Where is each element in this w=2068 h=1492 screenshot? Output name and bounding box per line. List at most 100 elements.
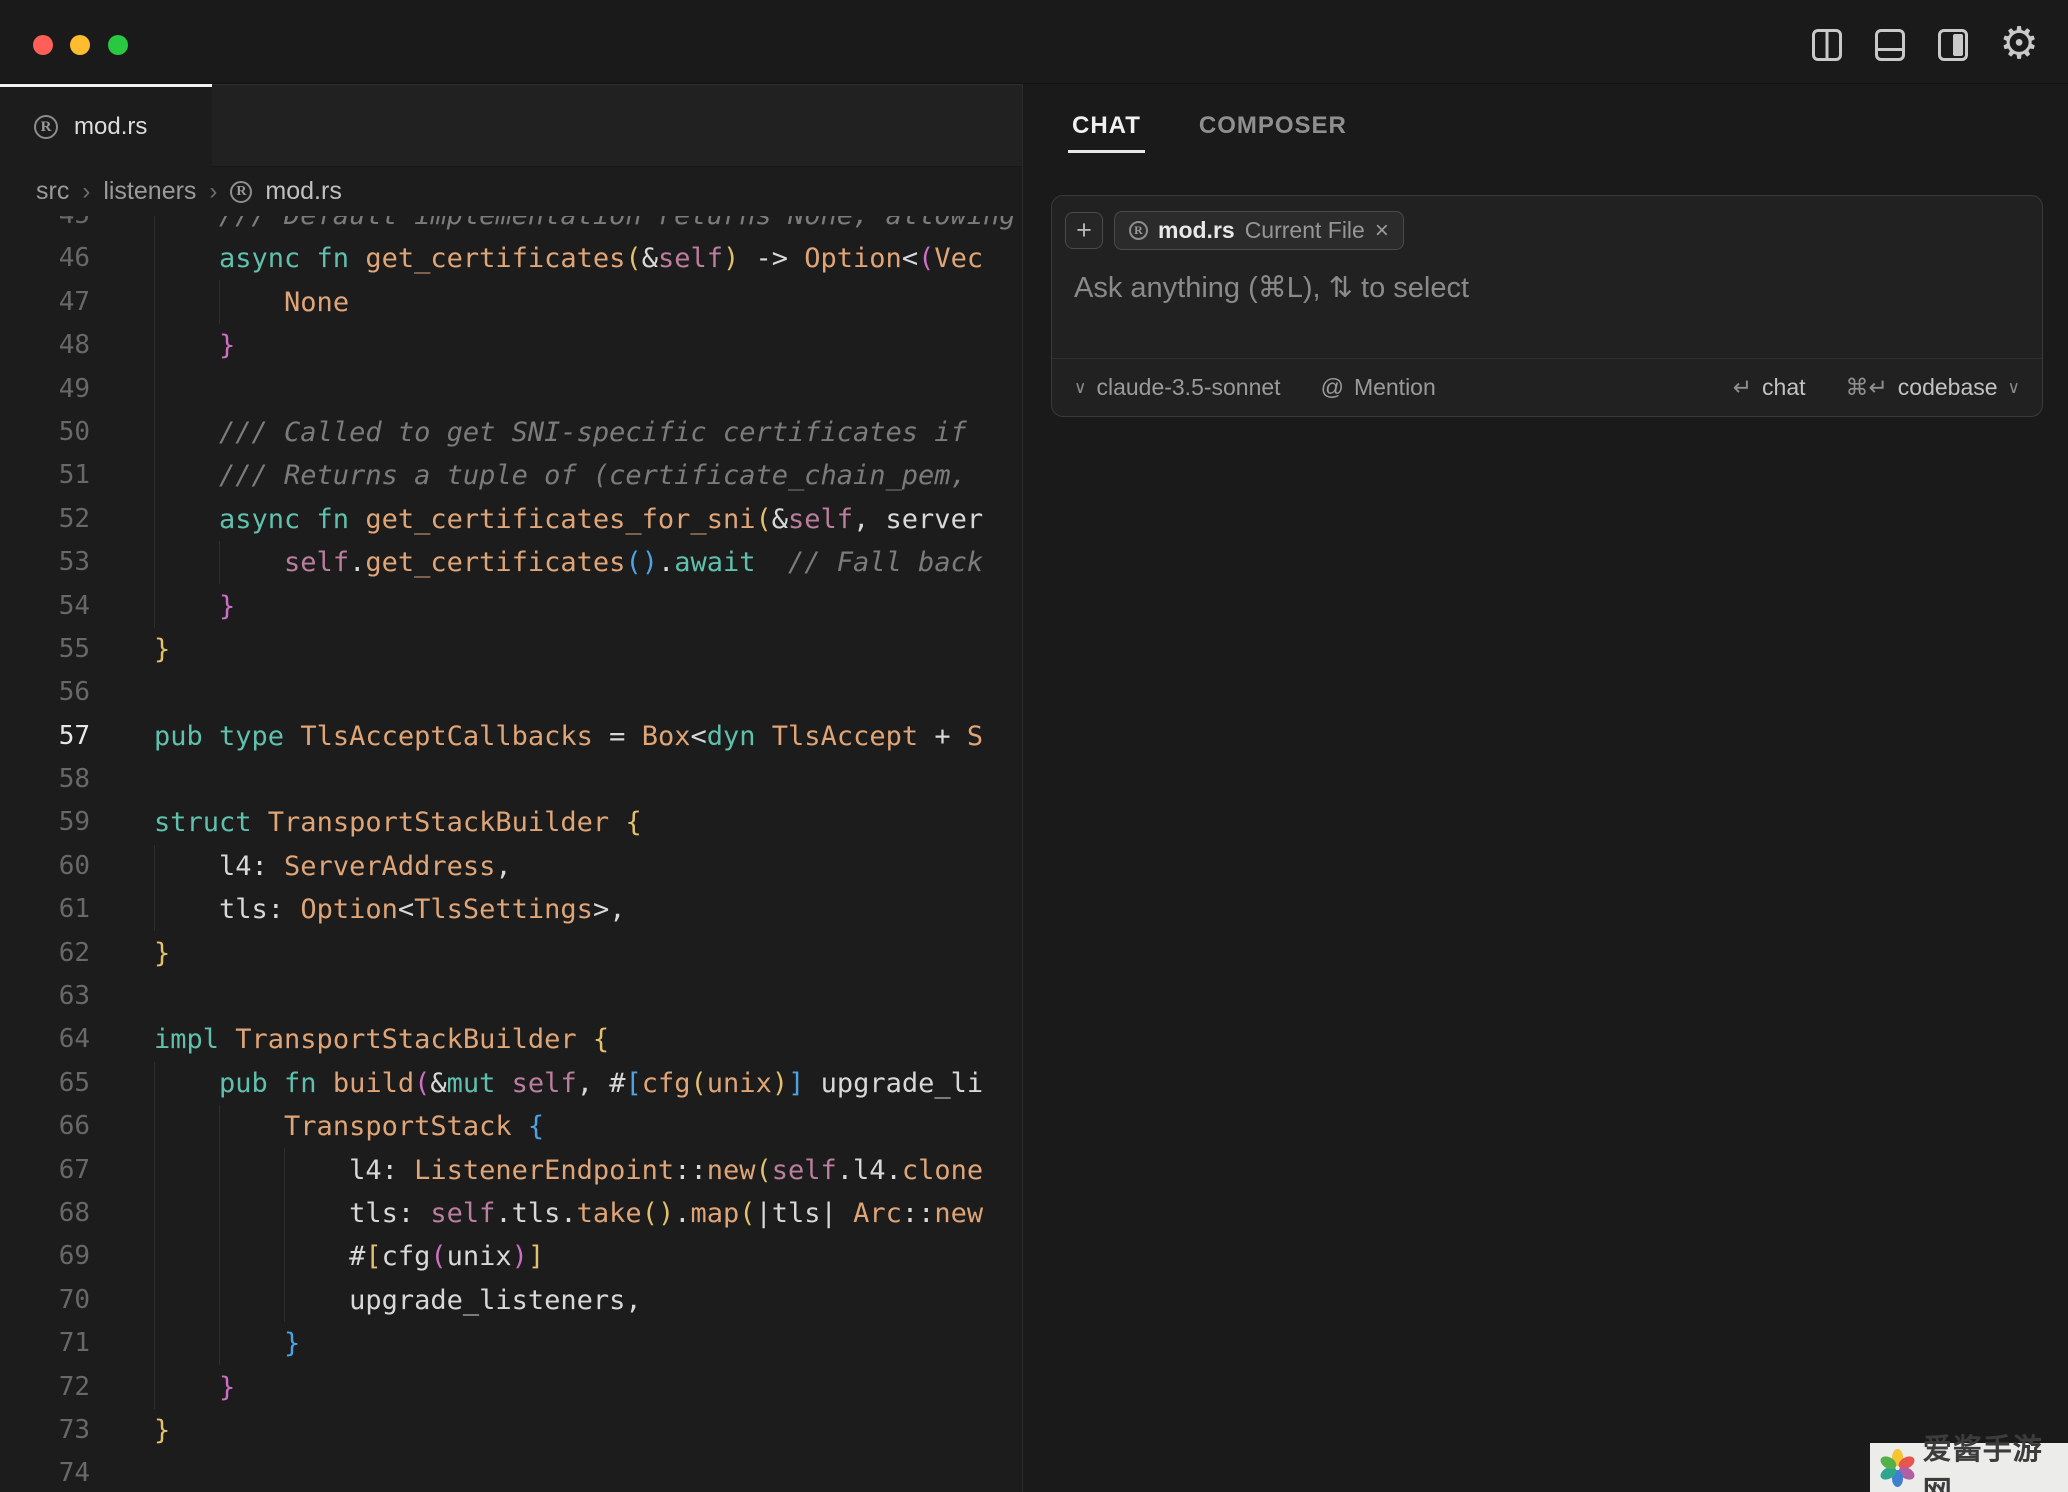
chip-file-name: mod.rs — [1158, 217, 1235, 244]
tab-label: mod.rs — [74, 113, 147, 141]
breadcrumb-separator-icon: › — [209, 178, 217, 206]
code-line: 62} — [0, 932, 1022, 975]
tab-mod-rs[interactable]: R mod.rs — [0, 84, 212, 167]
line-number: 64 — [0, 1018, 90, 1061]
line-number: 46 — [0, 237, 90, 280]
code-editor-viewport[interactable]: 45 /// Default implementation returns No… — [0, 216, 1022, 1492]
code-line: 59struct TransportStackBuilder { — [0, 801, 1022, 844]
code-text: /// Default implementation returns None,… — [154, 216, 1016, 237]
line-number: 45 — [0, 216, 90, 237]
rust-file-icon: R — [1129, 221, 1148, 240]
chip-file-status: Current File — [1245, 217, 1365, 244]
line-number: 52 — [0, 498, 90, 541]
watermark-flower-icon — [1876, 1447, 1917, 1489]
tab-chat[interactable]: CHAT — [1072, 84, 1141, 167]
code-text: } — [154, 1366, 235, 1409]
chat-panel: CHAT COMPOSER + R mod.rs Current File × … — [1022, 84, 2068, 1492]
code-text: tls: self.tls.take().map(|tls| Arc::new — [154, 1192, 983, 1235]
watermark-text: 爱酱手游网 — [1923, 1426, 2068, 1492]
line-number: 69 — [0, 1235, 90, 1278]
toggle-bottom-panel-icon[interactable] — [1874, 27, 1906, 63]
line-number: 70 — [0, 1279, 90, 1322]
watermark: 爱酱手游网 — [1870, 1443, 2068, 1492]
line-number: 60 — [0, 845, 90, 888]
code-line: 64 impl TransportStackBuilder { — [0, 1018, 1022, 1061]
breadcrumb: src › listeners › R mod.rs — [0, 167, 1022, 216]
tab-strip-empty-area — [212, 84, 1022, 167]
minimize-window-button[interactable] — [70, 35, 90, 55]
split-editor-icon[interactable] — [1811, 27, 1843, 63]
context-file-chip[interactable]: R mod.rs Current File × — [1114, 211, 1404, 250]
code-text: } — [154, 628, 170, 671]
title-bar: ⚙ — [0, 0, 2068, 84]
line-number: 63 — [0, 975, 90, 1018]
code-text: l4: ListenerEndpoint::new(self.l4.clone — [154, 1149, 983, 1192]
chip-close-icon[interactable]: × — [1375, 217, 1389, 245]
breadcrumb-separator-icon: › — [82, 178, 90, 206]
chevron-down-icon: ∨ — [1074, 378, 1086, 398]
code-text: self.get_certificates().await // Fall ba… — [154, 541, 983, 584]
close-window-button[interactable] — [33, 35, 53, 55]
line-number: 48 — [0, 324, 90, 367]
toggle-secondary-sidebar-icon[interactable] — [1937, 27, 1969, 63]
line-number: 61 — [0, 888, 90, 931]
tab-composer[interactable]: COMPOSER — [1199, 84, 1347, 167]
code-text: #[cfg(unix)] — [154, 1235, 544, 1278]
line-number: 51 — [0, 454, 90, 497]
indent-guide — [219, 1105, 220, 1365]
code-text: /// Called to get SNI-specific certifica… — [154, 411, 967, 454]
code-text: async fn get_certificates(&self) -> Opti… — [154, 237, 983, 280]
indent-guide — [154, 1062, 155, 1409]
chat-input-footer: ∨ claude-3.5-sonnet @ Mention ↵ chat ⌘↵ … — [1052, 358, 2042, 416]
chat-input-card[interactable]: + R mod.rs Current File × Ask anything (… — [1051, 195, 2043, 417]
code-text: /// Returns a tuple of (certificate_chai… — [154, 454, 967, 497]
chat-panel-tabs: CHAT COMPOSER — [1023, 84, 2068, 167]
add-context-button[interactable]: + — [1065, 212, 1103, 249]
code-text: impl TransportStackBuilder { — [154, 1018, 609, 1061]
code-text: } — [154, 585, 235, 628]
submit-chat-button[interactable]: chat — [1762, 374, 1805, 401]
code-text: pub fn build(&mut self, #[cfg(unix)] upg… — [154, 1062, 983, 1105]
code-text: } — [154, 932, 170, 975]
line-number: 72 — [0, 1366, 90, 1409]
code-line: 55} — [0, 628, 1022, 671]
code-text: pub type TlsAcceptCallbacks = Box<dyn Tl… — [154, 715, 983, 758]
breadcrumb-segment-src[interactable]: src — [36, 177, 69, 206]
settings-gear-icon[interactable]: ⚙ — [1996, 18, 2042, 70]
code-text: struct TransportStackBuilder { — [154, 801, 642, 844]
line-number: 71 — [0, 1322, 90, 1365]
indent-guide — [284, 1148, 285, 1322]
breadcrumb-file[interactable]: mod.rs — [265, 177, 341, 206]
line-number: 68 — [0, 1192, 90, 1235]
line-number: 56 — [0, 671, 90, 714]
code-text: async fn get_certificates_for_sni(&self,… — [154, 498, 983, 541]
line-number: 66 — [0, 1105, 90, 1148]
line-number: 67 — [0, 1149, 90, 1192]
mention-button[interactable]: Mention — [1354, 374, 1436, 401]
line-number: 57 — [0, 715, 90, 758]
code-line: 63 — [0, 975, 1022, 1018]
model-selector[interactable]: claude-3.5-sonnet — [1096, 374, 1280, 401]
indent-guide — [154, 216, 155, 628]
return-key-icon: ↵ — [1733, 374, 1752, 401]
editor-tab-strip: R mod.rs — [0, 84, 1022, 167]
code-text: } — [154, 1322, 300, 1365]
at-icon: @ — [1321, 374, 1344, 401]
code-text: TransportStack { — [154, 1105, 544, 1148]
line-number: 74 — [0, 1452, 90, 1492]
code-text: } — [154, 324, 235, 367]
cmd-return-key-icon: ⌘↵ — [1846, 374, 1888, 401]
chevron-down-icon: ∨ — [2008, 378, 2020, 398]
code-line: 56 — [0, 671, 1022, 714]
submit-codebase-button[interactable]: codebase — [1898, 374, 1998, 401]
line-number: 53 — [0, 541, 90, 584]
line-number: 73 — [0, 1409, 90, 1452]
breadcrumb-segment-listeners[interactable]: listeners — [103, 177, 196, 206]
code-text: upgrade_listeners, — [154, 1279, 642, 1322]
code-text: tls: Option<TlsSettings>, — [154, 888, 625, 931]
code-line: 57 pub type TlsAcceptCallbacks = Box<dyn … — [0, 715, 1022, 758]
line-number: 54 — [0, 585, 90, 628]
indent-guide — [154, 845, 155, 932]
zoom-window-button[interactable] — [108, 35, 128, 55]
chat-input-placeholder[interactable]: Ask anything (⌘L), ⇅ to select — [1074, 270, 1469, 305]
